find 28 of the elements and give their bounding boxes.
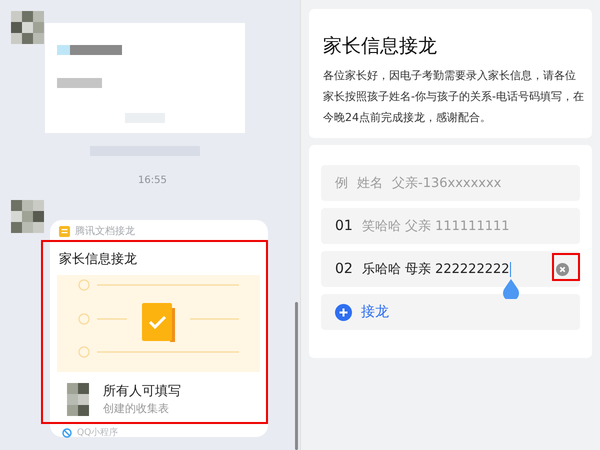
plus-icon (335, 304, 352, 320)
card-caption: 创建的收集表 (103, 401, 170, 416)
add-entry-button[interactable]: 接龙 (321, 294, 580, 330)
entry-number: 01 (335, 218, 353, 234)
cursor-handle[interactable] (503, 279, 520, 299)
form-title: 家长信息接龙 (323, 34, 438, 59)
timestamp: 16:55 (138, 175, 167, 186)
card-subtitle: 所有人可填写 (103, 383, 181, 400)
text-cursor (510, 262, 512, 277)
highlight-frame (552, 253, 580, 281)
mini-program-card[interactable]: 腾讯文档接龙 家长信息接龙 所有人可填写 创建的收集表 QQ小程序 (50, 220, 268, 437)
footer-label: QQ小程序 (77, 426, 118, 439)
card-title: 家长信息接龙 (59, 251, 138, 268)
entry-row[interactable]: 01 笑哈哈 父亲 111111111 (321, 208, 580, 244)
form-description: 各位家长好，因电子考勤需要录入家长信息，请各位家长按照孩子姓名-你与孩子的关系-电话号码填写，在今晚24点前完成接龙，感谢配合。 (323, 68, 585, 126)
entry-text: 笑哈哈 父亲 111111111 (362, 218, 510, 235)
document-icon (59, 226, 70, 236)
scrollbar[interactable] (295, 302, 298, 450)
blurred-avatar (67, 382, 89, 416)
example-field: 父亲-136xxxxxxx (392, 174, 502, 192)
entry-input[interactable]: 乐哈哈 母亲 222222222 (362, 262, 512, 277)
blurred-avatar (11, 200, 44, 233)
clear-button[interactable] (555, 262, 570, 277)
source-label: 腾讯文档接龙 (75, 224, 135, 238)
example-field: 姓名 (357, 174, 383, 192)
entry-number: 02 (335, 261, 353, 277)
blurred-avatar (11, 11, 44, 44)
example-label: 例 (335, 175, 348, 192)
